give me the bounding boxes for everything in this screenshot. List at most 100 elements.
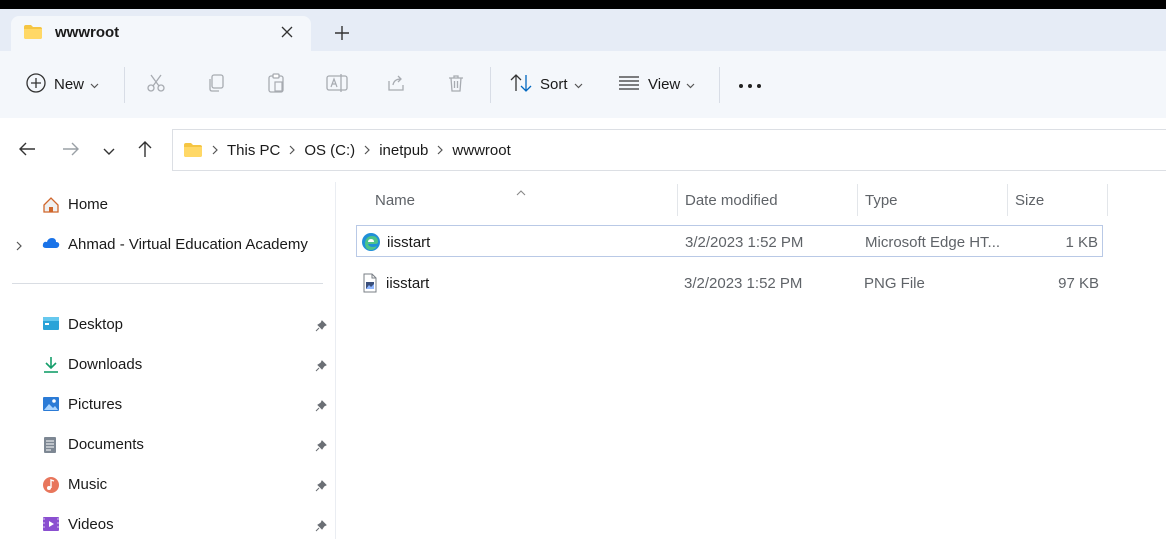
view-button[interactable]: View: [618, 51, 695, 118]
home-icon: [42, 196, 60, 214]
chevron-right-icon: [364, 145, 371, 155]
sidebar-item-label: Music: [68, 476, 108, 493]
column-divider[interactable]: [857, 184, 858, 216]
chevron-right-icon: [437, 145, 444, 155]
table-row[interactable]: iisstart 3/2/2023 1:52 PM Microsoft Edge…: [356, 225, 1103, 257]
arrow-right-icon: [62, 141, 80, 161]
folder-icon: [183, 142, 203, 158]
toolbar-divider: [719, 67, 720, 103]
scissors-icon: [146, 73, 166, 97]
sidebar-item-downloads[interactable]: Downloads: [0, 346, 335, 382]
tab-wwwroot[interactable]: wwwroot: [11, 16, 311, 51]
close-tab-icon[interactable]: [275, 20, 299, 44]
pin-icon[interactable]: [315, 439, 327, 456]
new-tab-button[interactable]: [328, 21, 356, 45]
column-header-date-modified[interactable]: Date modified: [685, 192, 778, 212]
more-options-button[interactable]: [738, 51, 762, 118]
videos-icon: [42, 516, 60, 534]
pin-icon[interactable]: [315, 479, 327, 496]
chevron-down-icon: [103, 143, 115, 160]
chevron-right-icon[interactable]: [16, 238, 22, 255]
sidebar-item-label: Documents: [68, 436, 144, 453]
table-row[interactable]: iisstart 3/2/2023 1:52 PM PNG File 97 KB: [356, 267, 1103, 299]
toolbar-divider: [490, 67, 491, 103]
copy-icon: [206, 73, 226, 97]
rename-button[interactable]: [326, 51, 348, 118]
tab-title: wwwroot: [55, 24, 120, 41]
sort-button[interactable]: Sort: [510, 51, 583, 118]
paste-button[interactable]: [266, 51, 286, 118]
sort-button-label: Sort: [540, 76, 568, 93]
sidebar-item-onedrive[interactable]: Ahmad - Virtual Education Academy: [0, 226, 335, 262]
tab-bar: wwwroot: [0, 9, 1166, 51]
arrow-left-icon: [18, 141, 36, 161]
sidebar-item-videos[interactable]: Videos: [0, 506, 335, 542]
sidebar-item-home[interactable]: Home: [0, 186, 335, 222]
folder-icon: [23, 24, 43, 44]
navigation-pane: Home Ahmad - Virtual Education Academy D…: [0, 182, 336, 539]
edge-html-icon: [361, 232, 381, 252]
desktop-icon: [42, 316, 60, 334]
sidebar-item-documents[interactable]: Documents: [0, 426, 335, 462]
breadcrumb-wwwroot[interactable]: wwwroot: [452, 142, 510, 159]
breadcrumb-os-c[interactable]: OS (C:): [304, 142, 355, 159]
pin-icon[interactable]: [315, 359, 327, 376]
delete-button[interactable]: [446, 51, 466, 118]
new-button[interactable]: New: [26, 51, 99, 118]
music-icon: [42, 476, 60, 494]
chevron-right-icon: [212, 145, 218, 155]
chevron-right-icon: [289, 145, 296, 155]
column-divider[interactable]: [1007, 184, 1008, 216]
pin-icon[interactable]: [315, 319, 327, 336]
view-list-icon: [618, 75, 640, 95]
sort-ascending-icon: [516, 183, 526, 200]
copy-button[interactable]: [206, 51, 226, 118]
documents-icon: [42, 436, 60, 454]
column-divider[interactable]: [1107, 184, 1108, 216]
file-name: iisstart: [386, 275, 430, 292]
column-header-label: Name: [375, 192, 416, 209]
sort-icon: [510, 73, 532, 97]
window-top-edge: [0, 0, 1166, 9]
share-button[interactable]: [386, 51, 406, 118]
column-divider[interactable]: [677, 184, 678, 216]
address-bar[interactable]: This PC OS (C:) inetpub wwwroot: [172, 129, 1166, 171]
view-button-label: View: [648, 76, 681, 93]
toolbar-divider: [124, 67, 125, 103]
file-date: 3/2/2023 1:52 PM: [685, 234, 804, 251]
address-row: This PC OS (C:) inetpub wwwroot: [0, 118, 1166, 182]
sidebar-item-label: Videos: [68, 516, 114, 533]
breadcrumb-inetpub[interactable]: inetpub: [379, 142, 428, 159]
sidebar-item-music[interactable]: Music: [0, 466, 335, 502]
column-header-type[interactable]: Type: [865, 192, 898, 212]
clipboard-icon: [266, 72, 286, 97]
file-name: iisstart: [387, 234, 431, 251]
breadcrumb: This PC OS (C:) inetpub wwwroot: [183, 130, 511, 170]
more-dots-icon: [738, 76, 762, 93]
back-button[interactable]: [14, 138, 40, 164]
rename-icon: [326, 73, 348, 97]
cut-button[interactable]: [146, 51, 166, 118]
up-button[interactable]: [132, 138, 158, 164]
pin-icon[interactable]: [315, 399, 327, 416]
sidebar-item-desktop[interactable]: Desktop: [0, 306, 335, 342]
breadcrumb-this-pc[interactable]: This PC: [227, 142, 280, 159]
sidebar-item-label: Pictures: [68, 396, 123, 413]
cloud-icon: [42, 236, 60, 254]
chevron-down-icon: [90, 76, 99, 93]
sidebar-item-label: Home: [68, 196, 109, 213]
recent-locations-button[interactable]: [96, 138, 122, 164]
file-size: 97 KB: [1058, 275, 1099, 292]
column-header-size[interactable]: Size: [1015, 192, 1044, 212]
forward-button[interactable]: [58, 138, 84, 164]
downloads-icon: [42, 356, 60, 374]
chevron-down-icon: [686, 76, 695, 93]
sidebar-item-pictures[interactable]: Pictures: [0, 386, 335, 422]
sidebar-item-label: Desktop: [68, 316, 124, 333]
file-type: PNG File: [864, 275, 925, 292]
pictures-icon: [42, 396, 60, 414]
sidebar-item-label: Ahmad - Virtual Education Academy: [68, 236, 308, 253]
plus-circle-icon: [26, 72, 46, 97]
pin-icon[interactable]: [315, 519, 327, 536]
new-button-label: New: [54, 76, 85, 93]
